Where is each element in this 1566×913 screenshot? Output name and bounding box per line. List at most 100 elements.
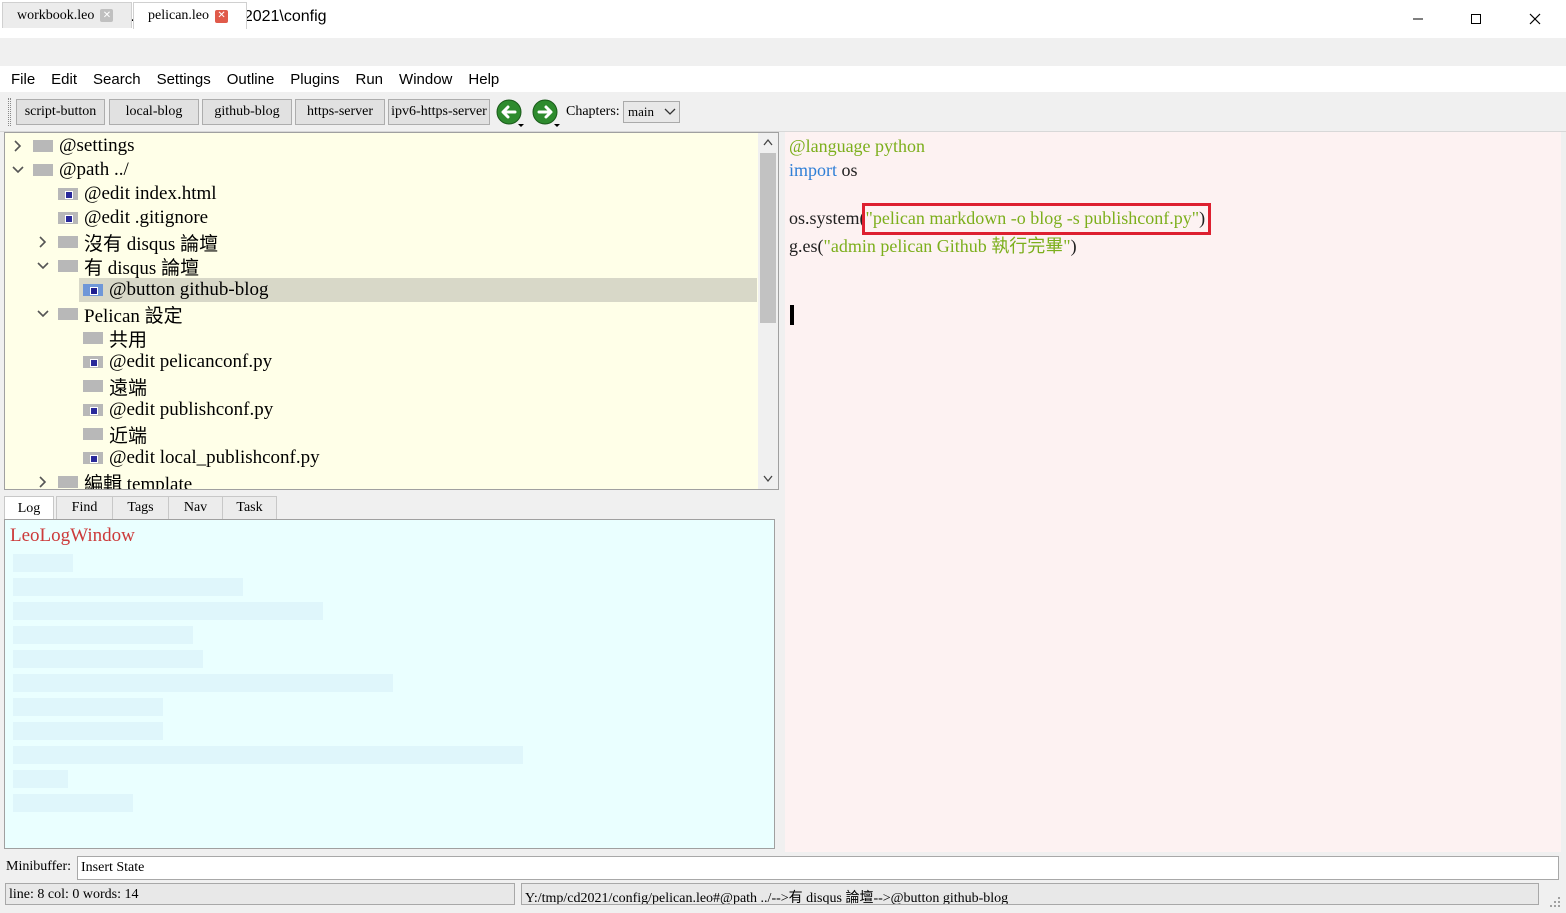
menu-run[interactable]: Run [348,71,392,88]
outline-scroll-thumb[interactable] [760,153,776,323]
body-editor-pane[interactable]: @language python import os os.system("pe… [785,132,1561,852]
outline-node[interactable]: @settings [29,134,135,158]
minibuffer-label: Minibuffer: [6,859,72,874]
code-line-es: g.es("admin pelican Github 執行完畢") [789,232,1077,258]
script-button-button[interactable]: script-button [16,99,105,125]
menu-search[interactable]: Search [85,71,149,88]
https-server-button[interactable]: https-server [295,99,385,125]
outline-node[interactable]: @path ../ [29,158,129,182]
node-icon [33,164,53,176]
outline-node[interactable]: 遠端 [79,374,147,399]
github-blog-button[interactable]: github-blog [202,99,292,125]
node-icon [83,332,103,344]
node-icon [33,140,53,152]
log-faded-line [13,674,393,692]
tab-tags[interactable]: Tags [112,496,169,520]
chevron-down-icon[interactable] [11,163,25,177]
node-icon [58,236,78,248]
chevron-right-icon[interactable] [36,475,50,489]
outline-node-label: @settings [59,135,135,156]
outline-node[interactable]: @edit pelicanconf.py [79,350,272,374]
outline-node[interactable]: @edit index.html [54,182,217,206]
import-module: os [837,160,858,180]
chevron-down-icon[interactable] [36,259,50,273]
ipv6-https-server-button[interactable]: ipv6-https-server [388,99,490,125]
chapter-select[interactable]: main [623,101,680,123]
menu-edit[interactable]: Edit [43,71,85,88]
menu-bar: File Edit Search Settings Outline Plugin… [0,66,1566,92]
maximize-button[interactable] [1447,0,1505,38]
log-faded-line [13,650,203,668]
node-icon [83,452,103,464]
menu-file[interactable]: File [3,71,43,88]
outline-node[interactable]: @edit .gitignore [54,206,208,230]
log-pane[interactable]: LeoLogWindow [4,519,775,849]
annotation-highlight-box [862,203,1211,235]
outline-node[interactable]: 共用 [79,326,147,351]
chevron-right-icon[interactable] [36,235,50,249]
menu-settings[interactable]: Settings [149,71,219,88]
minibuffer-input[interactable]: Insert State [77,856,1559,880]
node-icon [83,284,103,296]
code-line-language: @language python [789,136,926,156]
menu-window[interactable]: Window [391,71,460,88]
outline-node[interactable]: 近端 [79,422,147,447]
outline-node-label: @path ../ [59,159,129,180]
chapter-value: main [628,104,654,119]
chevron-right-icon[interactable] [11,139,25,153]
log-faded-line [13,578,243,596]
outline-pane[interactable]: @settings @path ../ @edit index.html @edit … [4,132,779,490]
node-icon [83,356,103,368]
minimize-button[interactable] [1389,0,1447,38]
resize-grip-icon[interactable] [1548,895,1562,909]
tab-label: pelican.leo [148,8,210,23]
system-call-prefix: os.system( [789,208,866,228]
menu-plugins[interactable]: Plugins [282,71,347,88]
tab-close-icon[interactable]: ✕ [215,9,229,23]
tab-nav[interactable]: Nav [168,496,223,520]
outline-node-label: Pelican 設定 [84,305,183,327]
outline-node-label: 有 disqus 論壇 [84,257,200,279]
keyword-import: import [789,160,837,180]
outline-node[interactable]: @edit local_publishconf.py [79,446,320,470]
scroll-down-icon[interactable] [763,475,773,483]
es-call-prefix: g.es( [789,236,824,256]
tab-workbook[interactable]: workbook.leo ✕ [2,2,132,28]
menu-help[interactable]: Help [460,71,507,88]
outline-node[interactable]: Pelican 設定 [54,302,183,327]
outline-node-label: @edit local_publishconf.py [109,447,320,468]
tab-close-icon[interactable]: ✕ [100,9,114,22]
outline-node[interactable]: 編輯 template [54,470,193,490]
toolbar-grip[interactable] [8,98,11,126]
node-icon [58,260,78,272]
outline-node[interactable]: @button github-blog [79,278,757,302]
outline-node[interactable]: @edit publishconf.py [79,398,273,422]
chevron-down-icon[interactable] [36,307,50,321]
outline-node[interactable]: 有 disqus 論壇 [54,254,200,279]
outline-node-label: @button github-blog [109,279,269,300]
outline-node-label: 沒有 disqus 論壇 [84,233,219,255]
scroll-up-icon[interactable] [763,138,773,146]
log-faded-line [13,554,73,572]
tab-log[interactable]: Log [4,496,54,520]
node-icon [58,188,78,200]
log-faded-line [13,626,193,644]
node-icon [83,428,103,440]
status-line-col: line: 8 col: 0 words: 14 [5,883,515,905]
outline-node[interactable]: 沒有 disqus 論壇 [54,230,219,255]
outline-node-label: 編輯 template [84,473,193,490]
tab-task[interactable]: Task [222,496,277,520]
close-window-button[interactable] [1506,0,1564,38]
node-icon [58,308,78,320]
log-faded-line [13,770,68,788]
outline-node-label: @edit .gitignore [84,207,209,228]
local-blog-button[interactable]: local-blog [109,99,199,125]
tab-pelican[interactable]: pelican.leo ✕ [133,2,247,29]
menu-outline[interactable]: Outline [219,71,283,88]
log-faded-line [13,698,163,716]
tab-find[interactable]: Find [56,496,113,520]
log-faded-line [13,794,133,812]
close-icon [1529,13,1541,25]
go-forward-button[interactable] [531,97,563,129]
go-back-button[interactable] [495,97,527,129]
